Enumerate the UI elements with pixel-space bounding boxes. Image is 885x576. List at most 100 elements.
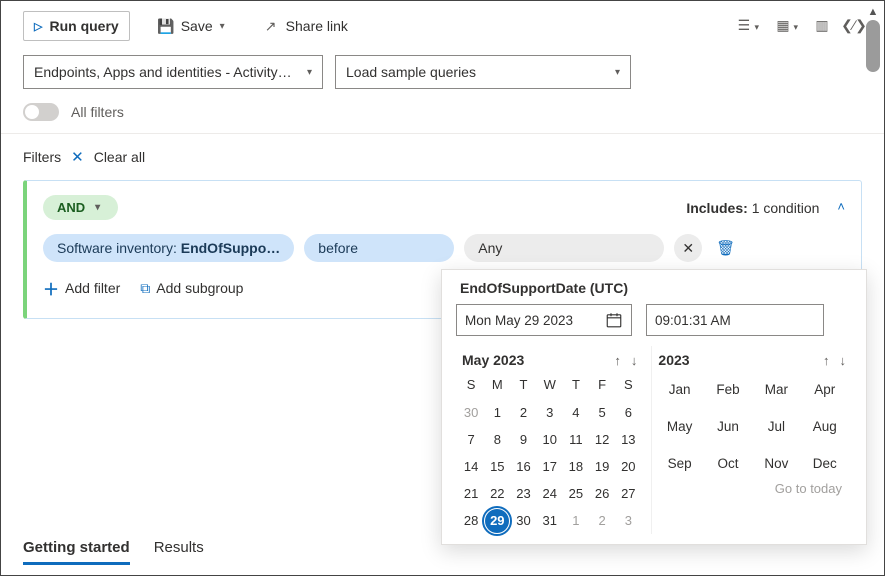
table-view-icon[interactable]: ▥ (814, 17, 830, 33)
calendar-day[interactable]: 22 (484, 480, 510, 507)
run-query-button[interactable]: ▷ Run query (23, 11, 130, 41)
dow-cell: S (458, 374, 484, 395)
date-range-button[interactable]: ▦ ▾ (775, 17, 798, 35)
calendar-day[interactable]: 19 (589, 453, 615, 480)
month-cell[interactable]: Oct (709, 456, 747, 471)
time-input[interactable]: 09:01:31 AM (646, 304, 824, 336)
calendar-day[interactable]: 8 (484, 426, 510, 453)
next-year-button[interactable]: ↓ (840, 353, 847, 368)
calendar-day[interactable]: 1 (563, 507, 589, 534)
date-input[interactable]: Mon May 29 2023 (456, 304, 632, 336)
year-label[interactable]: 2023 (658, 352, 689, 368)
month-cell[interactable]: Jan (660, 382, 698, 397)
dow-cell: M (484, 374, 510, 395)
next-month-button[interactable]: ↓ (631, 353, 638, 368)
month-cell[interactable]: Mar (757, 382, 795, 397)
month-cell[interactable]: Nov (757, 456, 795, 471)
calendar-day[interactable]: 12 (589, 426, 615, 453)
scroll-thumb[interactable] (866, 20, 880, 72)
play-icon: ▷ (34, 20, 42, 33)
calendar-day[interactable]: 16 (510, 453, 536, 480)
calendar-day[interactable]: 27 (615, 480, 641, 507)
condition-field-chip[interactable]: Software inventory: EndOfSuppo… (43, 234, 294, 262)
calendar-day[interactable]: 6 (615, 399, 641, 426)
prev-month-button[interactable]: ↑ (614, 353, 621, 368)
calendar-day[interactable]: 30 (458, 399, 484, 426)
calendar-day[interactable]: 14 (458, 453, 484, 480)
add-subgroup-button[interactable]: ⧉ Add subgroup (140, 276, 243, 300)
list-icon: ☰ (736, 18, 752, 34)
scope-select-value: Endpoints, Apps and identities - Activit… (34, 64, 292, 80)
close-icon[interactable]: ✕ (71, 148, 84, 166)
calendar-month-label[interactable]: May 2023 (462, 352, 524, 368)
calendar-day[interactable]: 23 (510, 480, 536, 507)
calendar-day[interactable]: 21 (458, 480, 484, 507)
scope-select[interactable]: Endpoints, Apps and identities - Activit… (23, 55, 323, 89)
calendar-panel: May 2023 ↑ ↓ SMTWTFS 3012345678910111213… (456, 346, 643, 534)
dow-cell: S (615, 374, 641, 395)
calendar-day[interactable]: 4 (563, 399, 589, 426)
calendar-day[interactable]: 25 (563, 480, 589, 507)
go-to-today-button[interactable]: Go to today (654, 475, 850, 496)
clear-all-button[interactable]: Clear all (94, 149, 145, 165)
month-cell[interactable]: Sep (660, 456, 698, 471)
dow-cell: F (589, 374, 615, 395)
month-cell[interactable]: Feb (709, 382, 747, 397)
calendar-day[interactable]: 10 (537, 426, 563, 453)
calendar-day[interactable]: 15 (484, 453, 510, 480)
calendar-day[interactable]: 18 (563, 453, 589, 480)
calendar-day[interactable]: 24 (537, 480, 563, 507)
calendar-day[interactable]: 30 (510, 507, 536, 534)
chevron-down-icon: ▾ (95, 202, 100, 213)
add-filter-button[interactable]: ＋ Add filter (43, 276, 120, 300)
share-link-button[interactable]: ↗ Share link (253, 12, 358, 40)
calendar-day[interactable]: 28 (458, 507, 484, 534)
add-filter-label: Add filter (65, 280, 120, 296)
calendar-day[interactable]: 1 (484, 399, 510, 426)
date-picker-popover: EndOfSupportDate (UTC) Mon May 29 2023 0… (441, 269, 867, 545)
calendar-day[interactable]: 20 (615, 453, 641, 480)
chevron-down-icon: ▾ (752, 22, 759, 32)
calendar-day[interactable]: 7 (458, 426, 484, 453)
prev-year-button[interactable]: ↑ (823, 353, 830, 368)
month-cell[interactable]: May (660, 419, 698, 434)
condition-operator-chip[interactable]: before (304, 234, 454, 262)
calendar-day[interactable]: 2 (589, 507, 615, 534)
calendar-day[interactable]: 3 (615, 507, 641, 534)
calendar-day[interactable]: 29 (485, 509, 509, 533)
calendar-day[interactable]: 5 (589, 399, 615, 426)
calendar-day[interactable]: 26 (589, 480, 615, 507)
collapse-group-button[interactable]: ˄ (837, 199, 845, 214)
view-list-button[interactable]: ☰ ▾ (736, 17, 759, 35)
tab-results[interactable]: Results (154, 539, 204, 565)
save-label: Save (181, 18, 213, 34)
month-cell[interactable]: Jul (757, 419, 795, 434)
sample-queries-select[interactable]: Load sample queries ▾ (335, 55, 631, 89)
group-operator-select[interactable]: AND ▾ (43, 195, 118, 220)
all-filters-toggle[interactable] (23, 103, 59, 121)
code-icon[interactable]: ❮∕❯ (846, 17, 862, 33)
calendar-day[interactable]: 17 (537, 453, 563, 480)
calendar-day[interactable]: 11 (563, 426, 589, 453)
calendar-day[interactable]: 2 (510, 399, 536, 426)
calendar-day[interactable]: 9 (510, 426, 536, 453)
calendar-day[interactable]: 3 (537, 399, 563, 426)
month-cell[interactable]: Aug (806, 419, 844, 434)
calendar-day[interactable]: 31 (537, 507, 563, 534)
month-cell[interactable]: Apr (806, 382, 844, 397)
clear-value-button[interactable]: ✕ (674, 234, 702, 262)
tab-getting-started[interactable]: Getting started (23, 539, 130, 565)
month-cell[interactable]: Dec (806, 456, 844, 471)
scroll-up-arrow[interactable]: ▲ (868, 7, 879, 18)
save-button[interactable]: 💾 Save ▾ (148, 12, 235, 40)
condition-value-chip[interactable]: Any (464, 234, 664, 262)
includes-count: 1 condition (752, 200, 820, 216)
calendar-day[interactable]: 13 (615, 426, 641, 453)
chevron-down-icon: ▾ (220, 21, 225, 32)
share-icon: ↗ (263, 18, 279, 34)
dow-cell: T (510, 374, 536, 395)
chevron-down-icon: ▾ (791, 22, 798, 32)
delete-condition-button[interactable]: 🗑 (716, 239, 735, 257)
month-cell[interactable]: Jun (709, 419, 747, 434)
calendar-icon (605, 311, 623, 329)
